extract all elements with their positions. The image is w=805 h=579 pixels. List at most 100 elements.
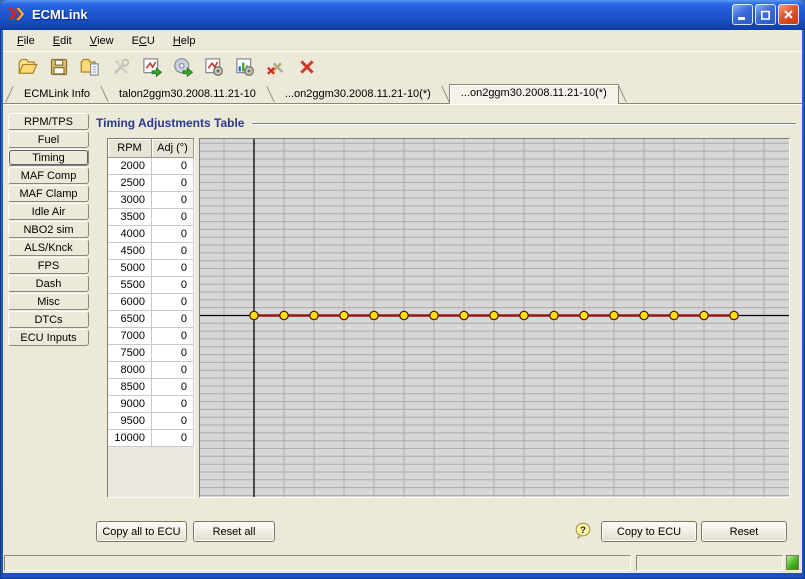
table-row: 40000 — [108, 226, 194, 243]
save-file-icon[interactable] — [46, 55, 71, 80]
chart-point[interactable] — [400, 311, 408, 319]
menu-item-file[interactable]: File — [8, 30, 44, 51]
menu-item-view[interactable]: View — [81, 30, 123, 51]
chart-point[interactable] — [250, 311, 258, 319]
rpm-cell[interactable]: 2500 — [108, 175, 152, 192]
sidebar-item-fps[interactable]: FPS — [8, 257, 89, 274]
adj-cell[interactable]: 0 — [152, 413, 194, 430]
menu-item-ecu[interactable]: ECU — [123, 30, 164, 51]
ecmlink-window: ECMLink FileEditViewECUHelp ECMLink Info… — [0, 0, 805, 579]
sidebar-item-timing[interactable]: Timing — [8, 149, 89, 166]
adj-cell[interactable]: 0 — [152, 311, 194, 328]
export-log-icon[interactable] — [139, 55, 164, 80]
clear-tools-icon[interactable] — [263, 55, 288, 80]
chart-point[interactable] — [520, 311, 528, 319]
chart-point[interactable] — [580, 311, 588, 319]
open-file-icon[interactable] — [15, 55, 40, 80]
tools-icon[interactable] — [108, 55, 133, 80]
chart-point[interactable] — [550, 311, 558, 319]
adj-cell[interactable]: 0 — [152, 328, 194, 345]
rpm-cell[interactable]: 6500 — [108, 311, 152, 328]
adj-cell[interactable]: 0 — [152, 294, 194, 311]
reset-button[interactable]: Reset — [701, 521, 787, 542]
rpm-cell[interactable]: 5000 — [108, 260, 152, 277]
tab-1-ecmlink-info[interactable]: ECMLink Info — [13, 86, 101, 103]
adj-cell[interactable]: 0 — [152, 277, 194, 294]
sidebar-item-maf-comp[interactable]: MAF Comp — [8, 167, 89, 184]
sidebar-item-ecu-inputs[interactable]: ECU Inputs — [8, 329, 89, 346]
rpm-cell[interactable]: 8500 — [108, 379, 152, 396]
rpm-cell[interactable]: 7500 — [108, 345, 152, 362]
sidebar-item-dash[interactable]: Dash — [8, 275, 89, 292]
adj-cell[interactable]: 0 — [152, 192, 194, 209]
rpm-cell[interactable]: 10000 — [108, 430, 152, 447]
adj-cell[interactable]: 0 — [152, 175, 194, 192]
rpm-cell[interactable]: 9000 — [108, 396, 152, 413]
rpm-cell[interactable]: 3500 — [108, 209, 152, 226]
table-row: 70000 — [108, 328, 194, 345]
chart-point[interactable] — [370, 311, 378, 319]
export-log-icon — [142, 57, 162, 77]
maximize-button[interactable] — [755, 4, 776, 25]
save-copy-icon[interactable] — [77, 55, 102, 80]
menu-item-help[interactable]: Help — [164, 30, 205, 51]
adj-cell[interactable]: 0 — [152, 362, 194, 379]
adj-cell[interactable]: 0 — [152, 243, 194, 260]
adj-cell[interactable]: 0 — [152, 226, 194, 243]
adj-cell[interactable]: 0 — [152, 345, 194, 362]
copy-to-ecu-button[interactable]: Copy to ECU — [601, 521, 697, 542]
chart-point[interactable] — [430, 311, 438, 319]
rpm-cell[interactable]: 4000 — [108, 226, 152, 243]
adj-cell[interactable]: 0 — [152, 379, 194, 396]
chart-point[interactable] — [460, 311, 468, 319]
copy-all-to-ecu-button[interactable]: Copy all to ECU — [96, 521, 187, 542]
timing-chart[interactable] — [200, 139, 789, 497]
chart-point[interactable] — [280, 311, 288, 319]
table-row: 75000 — [108, 345, 194, 362]
chart-point[interactable] — [310, 311, 318, 319]
rpm-cell[interactable]: 7000 — [108, 328, 152, 345]
tab-2-talon2ggm30-2008-11-21-10[interactable]: talon2ggm30.2008.11.21-10 — [108, 86, 267, 103]
adj-cell[interactable]: 0 — [152, 209, 194, 226]
sidebar-item-als-knck[interactable]: ALS/Knck — [8, 239, 89, 256]
sidebar-item-dtcs[interactable]: DTCs — [8, 311, 89, 328]
menu-item-edit[interactable]: Edit — [44, 30, 81, 51]
chart-point[interactable] — [340, 311, 348, 319]
sidebar-item-nbo2-sim[interactable]: NBO2 sim — [8, 221, 89, 238]
chart-point[interactable] — [700, 311, 708, 319]
rpm-cell[interactable]: 2000 — [108, 158, 152, 175]
adj-cell[interactable]: 0 — [152, 260, 194, 277]
minimize-button[interactable] — [732, 4, 753, 25]
sidebar-item-idle-air[interactable]: Idle Air — [8, 203, 89, 220]
help-icon[interactable]: ? — [575, 522, 591, 540]
tab-3-on2ggm30-2008-11-21-10[interactable]: ...on2ggm30.2008.11.21-10(*) — [274, 86, 442, 103]
close-button[interactable] — [778, 4, 799, 25]
rpm-cell[interactable]: 3000 — [108, 192, 152, 209]
rpm-cell[interactable]: 4500 — [108, 243, 152, 260]
chart-point[interactable] — [610, 311, 618, 319]
rpm-cell[interactable]: 8000 — [108, 362, 152, 379]
capture-log-icon[interactable] — [170, 55, 195, 80]
tab-4-on2ggm30-2008-11-21-10[interactable]: ...on2ggm30.2008.11.21-10(*) — [449, 84, 619, 104]
sidebar-item-misc[interactable]: Misc — [8, 293, 89, 310]
rpm-cell[interactable]: 6000 — [108, 294, 152, 311]
adj-cell[interactable]: 0 — [152, 396, 194, 413]
section-rule — [252, 123, 796, 125]
chart-point[interactable] — [490, 311, 498, 319]
adj-cell[interactable]: 0 — [152, 158, 194, 175]
reset-all-button[interactable]: Reset all — [193, 521, 275, 542]
adj-cell[interactable]: 0 — [152, 430, 194, 447]
sidebar-item-rpm-tps[interactable]: RPM/TPS — [8, 113, 89, 130]
rpm-cell[interactable]: 5500 — [108, 277, 152, 294]
table-header-row: RPMAdj (°) — [108, 139, 194, 158]
rpm-cell[interactable]: 9500 — [108, 413, 152, 430]
chart-point[interactable] — [640, 311, 648, 319]
chart-point[interactable] — [670, 311, 678, 319]
sidebar-item-maf-clamp[interactable]: MAF Clamp — [8, 185, 89, 202]
timing-chart-container[interactable] — [199, 138, 790, 498]
sidebar-item-fuel[interactable]: Fuel — [8, 131, 89, 148]
close-file-icon[interactable] — [294, 55, 319, 80]
display-options-icon[interactable] — [232, 55, 257, 80]
log-options-icon[interactable] — [201, 55, 226, 80]
chart-point[interactable] — [730, 311, 738, 319]
